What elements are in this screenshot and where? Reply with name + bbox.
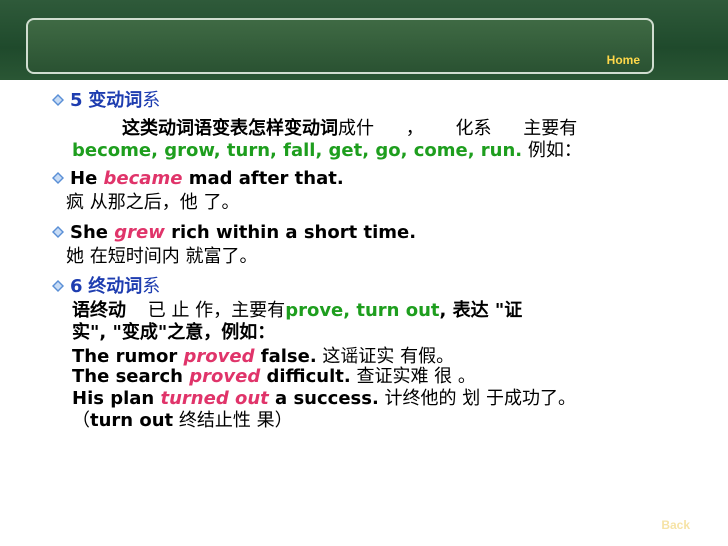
home-link[interactable]: Home [607,53,640,67]
header-panel [26,18,654,74]
heading-5: 5 变动词系 [70,90,161,111]
diamond-bullet-icon [52,94,64,106]
verb-list-line: become, grow, turn, fall, get, go, come,… [72,140,582,161]
heading-6: 6 终动词系 [70,276,161,297]
description-line-3: 实", "变成"之意，例如： [72,322,276,343]
translation-2: 她 在短时间内 就富了。 [66,246,258,267]
example-sentence-4: The search proved difficult. 查证实难 很 。 [72,366,476,387]
diamond-bullet-icon [52,280,64,292]
description-line-1: 这类动词语变表怎样变动词成什 ， 化系 主要有 [122,118,578,139]
description-line-2: 语终动 已 止 作，主要有prove, turn out, 表达 "证 [72,300,523,321]
example-sentence-2: She grew rich within a short time. [70,222,417,243]
example-sentence-5: His plan turned out a success. 计终他的 划 于成… [72,388,576,409]
example-sentence-1: He became mad after that. [70,168,344,189]
diamond-bullet-icon [52,226,64,238]
example-sentence-3: The rumor proved false. 这谣证实 有假。 [72,346,455,367]
slide-content: 5 变动词系 这类动词语变表怎样变动词成什 ， 化系 主要有 become, g… [0,84,728,524]
back-link[interactable]: Back [661,518,690,532]
translation-1: 疯 从那之后，他 了。 [66,192,240,213]
title-bar: Home [0,0,728,80]
diamond-bullet-icon [52,172,64,184]
note-line: （turn out 终结止性 果） [72,410,293,431]
